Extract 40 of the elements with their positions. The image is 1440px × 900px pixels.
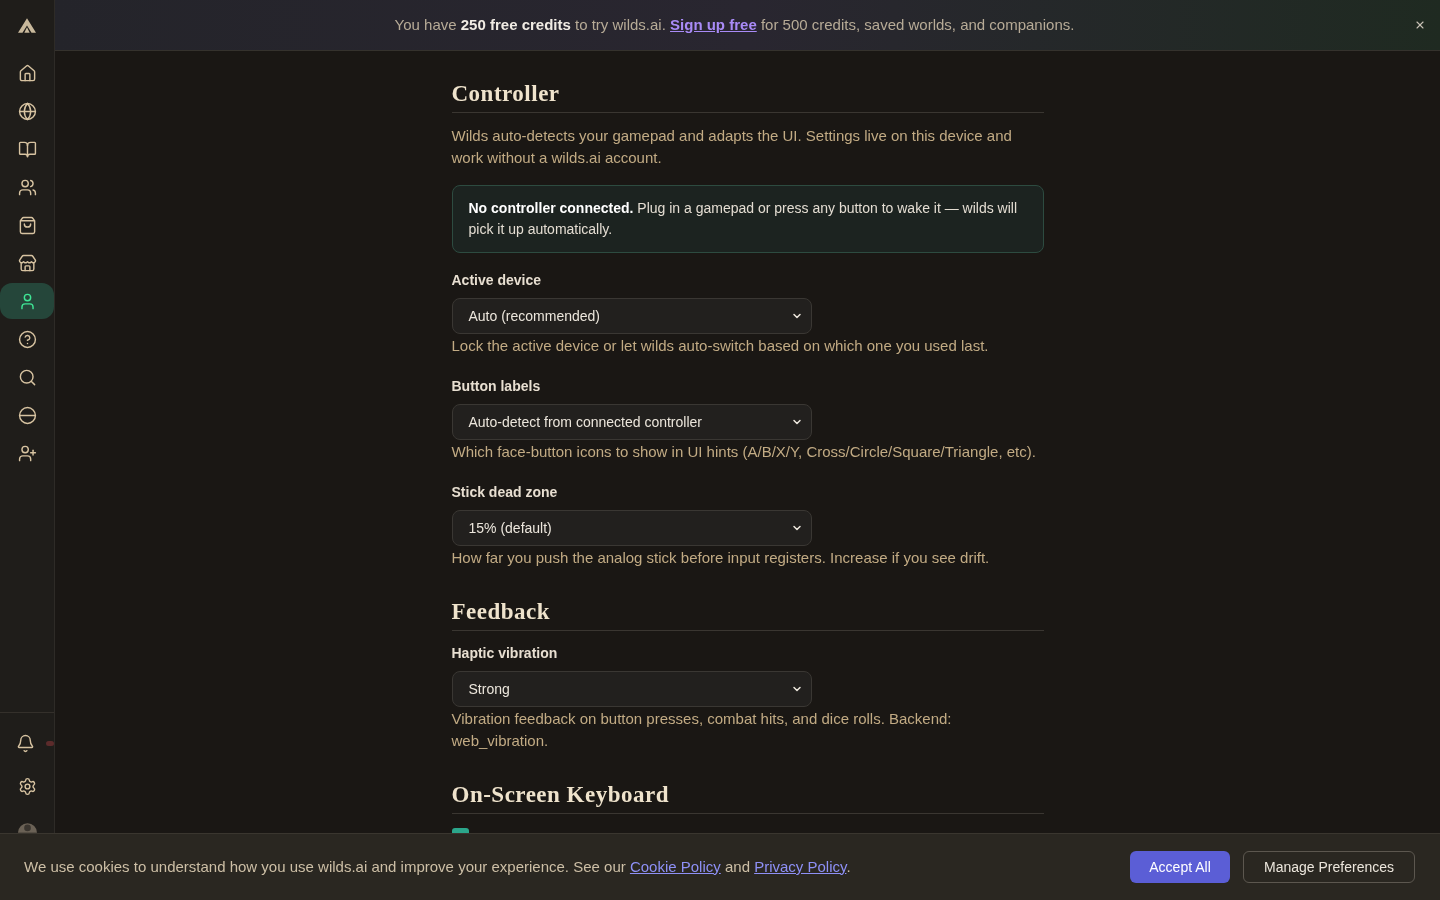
select-dropdown[interactable]: Auto (recommended)	[451, 298, 812, 334]
user-plus-icon	[17, 443, 37, 463]
field-label: Haptic vibration	[451, 644, 559, 663]
select-dropdown[interactable]: Strong	[451, 671, 812, 707]
section-heading: Feedback	[451, 598, 551, 626]
building-icon	[17, 253, 37, 273]
book-icon	[17, 139, 37, 159]
bag-icon	[17, 215, 37, 235]
info-callout: No controller connected. Plug in a gamepad or press any button to wake it — wilds will pick it up automatically.	[451, 185, 1044, 253]
field-label: Active device	[451, 271, 542, 290]
globe-icon	[17, 101, 37, 121]
section-heading: Controller	[451, 80, 560, 108]
policy-link[interactable]: Cookie Policy	[629, 857, 721, 875]
field-label: Button labels	[451, 377, 542, 396]
section-heading: On-Screen Keyboard	[451, 781, 669, 809]
field-hint: Lock the active device or let wilds auto-switch based on which one you used last.	[451, 336, 990, 356]
field-hint: Which face-button icons to show in UI hints (A/B/X/Y, Cross/Circle/Square/Triangle, etc).	[451, 442, 1037, 462]
field-label: Stick dead zone	[451, 483, 559, 502]
select-dropdown[interactable]: 15% (default)	[451, 510, 812, 546]
field-hint: Vibration feedback on button presses, combat hits, and dice rolls. Backend: web_vibration.	[451, 709, 953, 751]
section-intro: Wilds auto-detects your gamepad and adapts the UI. Settings live on this device and work without a wilds.ai account.	[451, 126, 1013, 168]
sign-up-link[interactable]: Sign up free	[670, 15, 757, 33]
checkbox[interactable]	[451, 828, 469, 833]
logo-icon[interactable]	[18, 18, 36, 33]
help-icon	[17, 329, 37, 349]
users-icon	[17, 177, 37, 197]
preferences-button[interactable]: Manage Preferences	[1243, 851, 1415, 883]
field-hint: How far you push the analog stick before input registers. Increase if you see drift.	[451, 548, 991, 568]
cookie-notice: We use cookies to understand how you use wilds.ai and improve your experience. See our Cookie Policy and Privacy Policy.	[24, 856, 851, 877]
promo-message: You have 250 free credits to try wilds.ai. Sign up free for 500 credits, saved worlds, and companions.	[394, 14, 1075, 35]
sidebar-item[interactable]	[0, 283, 54, 319]
close-icon[interactable]	[1414, 19, 1426, 31]
bell-icon[interactable]	[15, 734, 35, 753]
accept-button[interactable]: Accept All	[1130, 851, 1231, 883]
policy-link[interactable]: Privacy Policy	[754, 857, 847, 875]
select-dropdown[interactable]: Auto-detect from connected controller	[451, 404, 812, 440]
home-icon	[17, 63, 37, 83]
search-icon	[17, 367, 37, 387]
settings-icon[interactable]	[17, 777, 37, 796]
avatar-icon[interactable]	[17, 820, 37, 833]
